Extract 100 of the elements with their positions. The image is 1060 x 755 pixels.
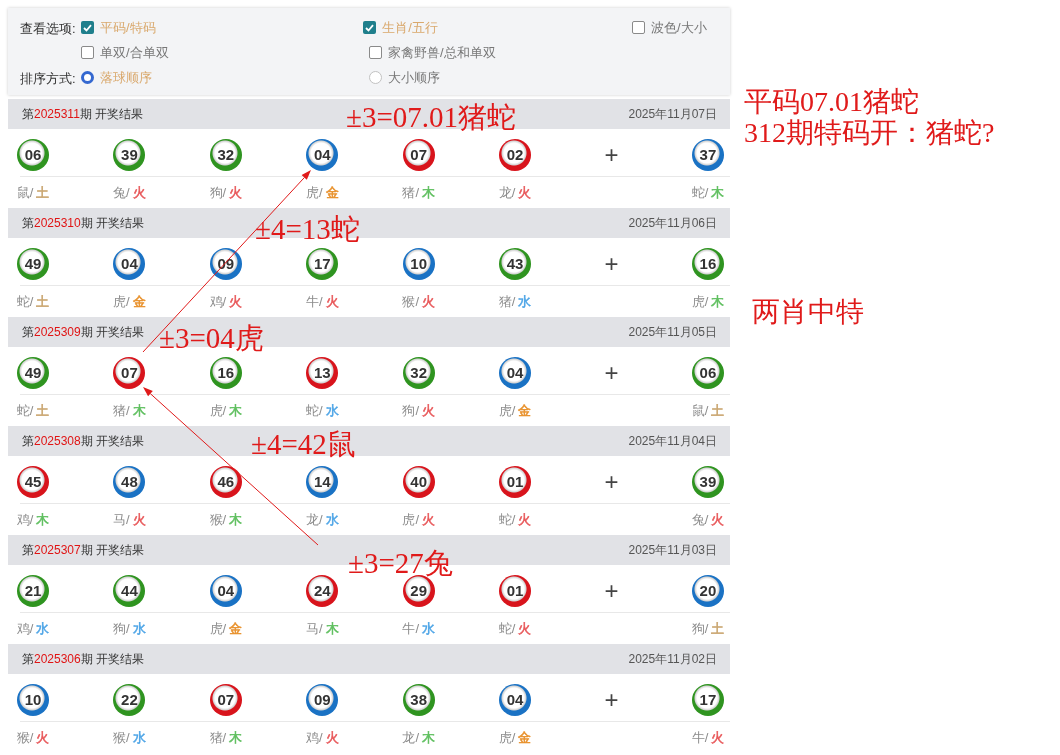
draw-title: 第2025309期 开奖结果 — [22, 324, 145, 341]
element-label: 木 — [229, 401, 243, 420]
element-label: 水 — [518, 292, 532, 311]
checkbox-label[interactable]: 家禽野兽/总和单双 — [388, 42, 496, 63]
zodiac-label: 兔/ — [691, 510, 709, 529]
sort-label: 排序方式: — [20, 70, 76, 86]
checkbox-label[interactable]: 单双/合单双 — [100, 42, 169, 63]
element-label: 木 — [229, 510, 243, 529]
zodiac-label: 虎/ — [209, 619, 227, 638]
draw-date: 2025年11月03日 — [628, 542, 717, 559]
zodiac-label: 牛/ — [691, 728, 709, 747]
element-label: 金 — [518, 728, 532, 747]
element-label: 水 — [325, 510, 339, 529]
radio-button[interactable] — [81, 71, 94, 84]
element-label: 木 — [711, 183, 725, 202]
element-label: 火 — [325, 292, 339, 311]
draw-date: 2025年11月05日 — [628, 324, 717, 341]
element-label: 火 — [132, 510, 146, 529]
zodiac-label: 龙/ — [402, 728, 419, 747]
zodiac-label: 虎/ — [209, 401, 227, 420]
zodiac-label: 蛇/ — [498, 510, 516, 529]
radio-button[interactable] — [369, 71, 382, 84]
element-label: 火 — [422, 510, 435, 529]
zodiac-label: 狗/ — [402, 401, 419, 420]
plus-sign: + — [604, 143, 619, 167]
zodiac-label: 虎/ — [498, 401, 516, 420]
draw-title: 第2025307期 开奖结果 — [22, 542, 145, 559]
annotation-note: 两肖中特 — [752, 296, 865, 327]
zodiac-label: 牛/ — [402, 619, 419, 638]
plus-sign: + — [604, 688, 619, 712]
plus-sign: + — [604, 470, 619, 494]
element-label: 水 — [422, 619, 435, 638]
checkbox[interactable] — [631, 21, 645, 34]
zodiac-label: 猪/ — [113, 401, 130, 420]
element-label: 水 — [325, 401, 339, 420]
zodiac-label: 猴/ — [402, 292, 419, 311]
zodiac-label: 鼠/ — [691, 401, 709, 420]
zodiac-label: 鸡/ — [16, 619, 34, 638]
zodiac-label: 虎/ — [498, 728, 516, 747]
element-label: 木 — [36, 510, 50, 529]
checkbox[interactable] — [363, 21, 377, 34]
zodiac-label: 猪/ — [498, 292, 516, 311]
checkbox-label[interactable]: 波色/大小 — [650, 17, 707, 38]
element-label: 金 — [132, 292, 146, 311]
element-label: 火 — [711, 728, 725, 747]
zodiac-label: 龙/ — [498, 183, 516, 202]
zodiac-label: 兔/ — [113, 183, 130, 202]
zodiac-label: 蛇/ — [16, 401, 34, 420]
element-label: 金 — [229, 619, 243, 638]
element-label: 木 — [132, 401, 146, 420]
draw-date: 2025年11月07日 — [628, 106, 717, 123]
element-label: 土 — [36, 292, 50, 311]
element-label: 火 — [422, 401, 435, 420]
element-label: 火 — [422, 292, 435, 311]
annotation-text: ±4=42鼠 — [251, 428, 356, 461]
element-label: 水 — [132, 619, 146, 638]
element-label: 土 — [711, 619, 725, 638]
element-label: 火 — [518, 619, 532, 638]
zodiac-label: 虎/ — [113, 292, 130, 311]
zodiac-label: 猪/ — [209, 728, 227, 747]
element-label: 水 — [36, 619, 50, 638]
draw-title: 第2025311期 开奖结果 — [22, 106, 144, 123]
checkbox[interactable] — [81, 46, 94, 59]
element-label: 火 — [132, 183, 146, 202]
plus-sign: + — [604, 361, 619, 385]
zodiac-label: 虎/ — [691, 292, 709, 311]
element-label: 火 — [325, 728, 339, 747]
element-label: 土 — [36, 401, 50, 420]
zodiac-label: 狗/ — [113, 619, 130, 638]
zodiac-label: 龙/ — [305, 510, 323, 529]
zodiac-label: 猴/ — [209, 510, 227, 529]
zodiac-label: 马/ — [113, 510, 130, 529]
element-label: 火 — [36, 728, 50, 747]
element-label: 水 — [132, 728, 146, 747]
draw-date: 2025年11月02日 — [628, 651, 717, 668]
zodiac-label: 鼠/ — [16, 183, 34, 202]
draw-title: 第2025308期 开奖结果 — [22, 433, 145, 450]
view-options-label: 查看选项: — [20, 20, 76, 36]
draw-date: 2025年11月06日 — [628, 215, 717, 232]
zodiac-label: 狗/ — [691, 619, 709, 638]
zodiac-label: 鸡/ — [305, 728, 323, 747]
element-label: 土 — [711, 401, 725, 420]
checkbox[interactable] — [369, 46, 382, 59]
zodiac-label: 鸡/ — [16, 510, 34, 529]
annotation-note: 312期特码开：猪蛇? — [744, 117, 995, 148]
zodiac-label: 马/ — [305, 619, 323, 638]
zodiac-label: 蛇/ — [16, 292, 34, 311]
plus-sign: + — [604, 579, 619, 603]
annotation-note: 平码07.01猪蛇 — [744, 86, 920, 117]
zodiac-label: 蛇/ — [498, 619, 516, 638]
zodiac-label: 蛇/ — [305, 401, 323, 420]
radio-label[interactable]: 大小顺序 — [388, 67, 440, 88]
zodiac-label: 猴/ — [16, 728, 34, 747]
element-label: 木 — [711, 292, 725, 311]
zodiac-label: 猴/ — [113, 728, 130, 747]
checkbox[interactable] — [81, 21, 94, 34]
element-label: 金 — [518, 401, 532, 420]
element-label: 木 — [229, 728, 243, 747]
zodiac-label: 猪/ — [402, 183, 419, 202]
element-label: 火 — [518, 510, 532, 529]
